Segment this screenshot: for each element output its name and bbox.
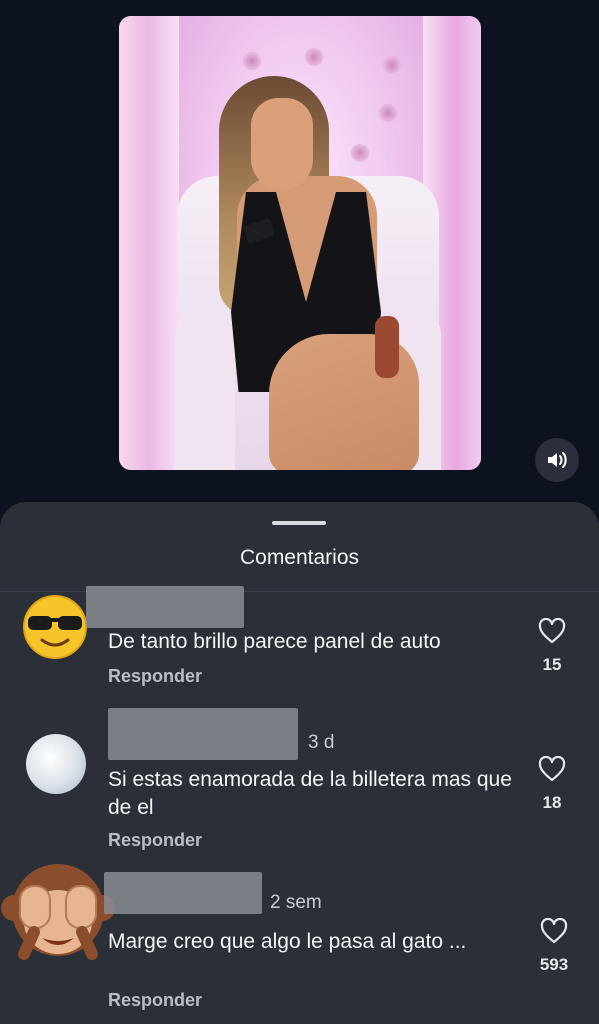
- sound-toggle-button[interactable]: [535, 438, 579, 482]
- decor-flower: [349, 144, 371, 162]
- avatar[interactable]: [26, 734, 86, 794]
- video-thumbnail[interactable]: [119, 16, 481, 470]
- decor-flower: [381, 56, 403, 74]
- decor-flower: [377, 104, 399, 122]
- like-button[interactable]: 18: [532, 755, 572, 813]
- heart-icon: [540, 917, 568, 944]
- see-no-evil-monkey-emoji-icon[interactable]: [0, 852, 116, 972]
- like-count: 18: [542, 793, 562, 812]
- comment-time: 3 d: [308, 732, 335, 753]
- decor-flower: [303, 48, 325, 66]
- username-redacted[interactable]: [104, 872, 262, 914]
- person-face: [251, 98, 313, 190]
- armchair-arm: [175, 306, 235, 470]
- speaker-icon: [548, 452, 567, 468]
- like-button[interactable]: 593: [532, 917, 576, 975]
- heart-icon: [538, 617, 566, 644]
- comment-text: De tanto brillo parece panel de auto: [108, 630, 441, 653]
- comments-sheet: Comentarios De tanto brillo parece panel…: [0, 502, 599, 1024]
- comment-text: Marge creo que algo le pasa al gato ...: [108, 930, 467, 953]
- reply-button[interactable]: Responder: [108, 830, 202, 851]
- sheet-title: Comentarios: [239, 546, 360, 569]
- username-redacted[interactable]: [108, 708, 298, 760]
- like-count: 15: [542, 655, 562, 674]
- decor-flower: [241, 52, 263, 70]
- username-redacted[interactable]: [86, 586, 244, 628]
- curtain-left: [119, 16, 179, 470]
- comment-text: Si estas enamorada de la billetera mas q…: [108, 768, 512, 819]
- like-button[interactable]: 15: [532, 617, 572, 675]
- handbag: [375, 316, 399, 378]
- reply-button[interactable]: Responder: [108, 666, 202, 687]
- like-count: 593: [539, 955, 569, 974]
- sunglasses-emoji-icon[interactable]: [22, 594, 88, 660]
- heart-icon: [538, 755, 566, 782]
- reply-button[interactable]: Responder: [108, 990, 202, 1011]
- drag-handle[interactable]: [272, 521, 326, 525]
- comment-time: 2 sem: [270, 892, 322, 913]
